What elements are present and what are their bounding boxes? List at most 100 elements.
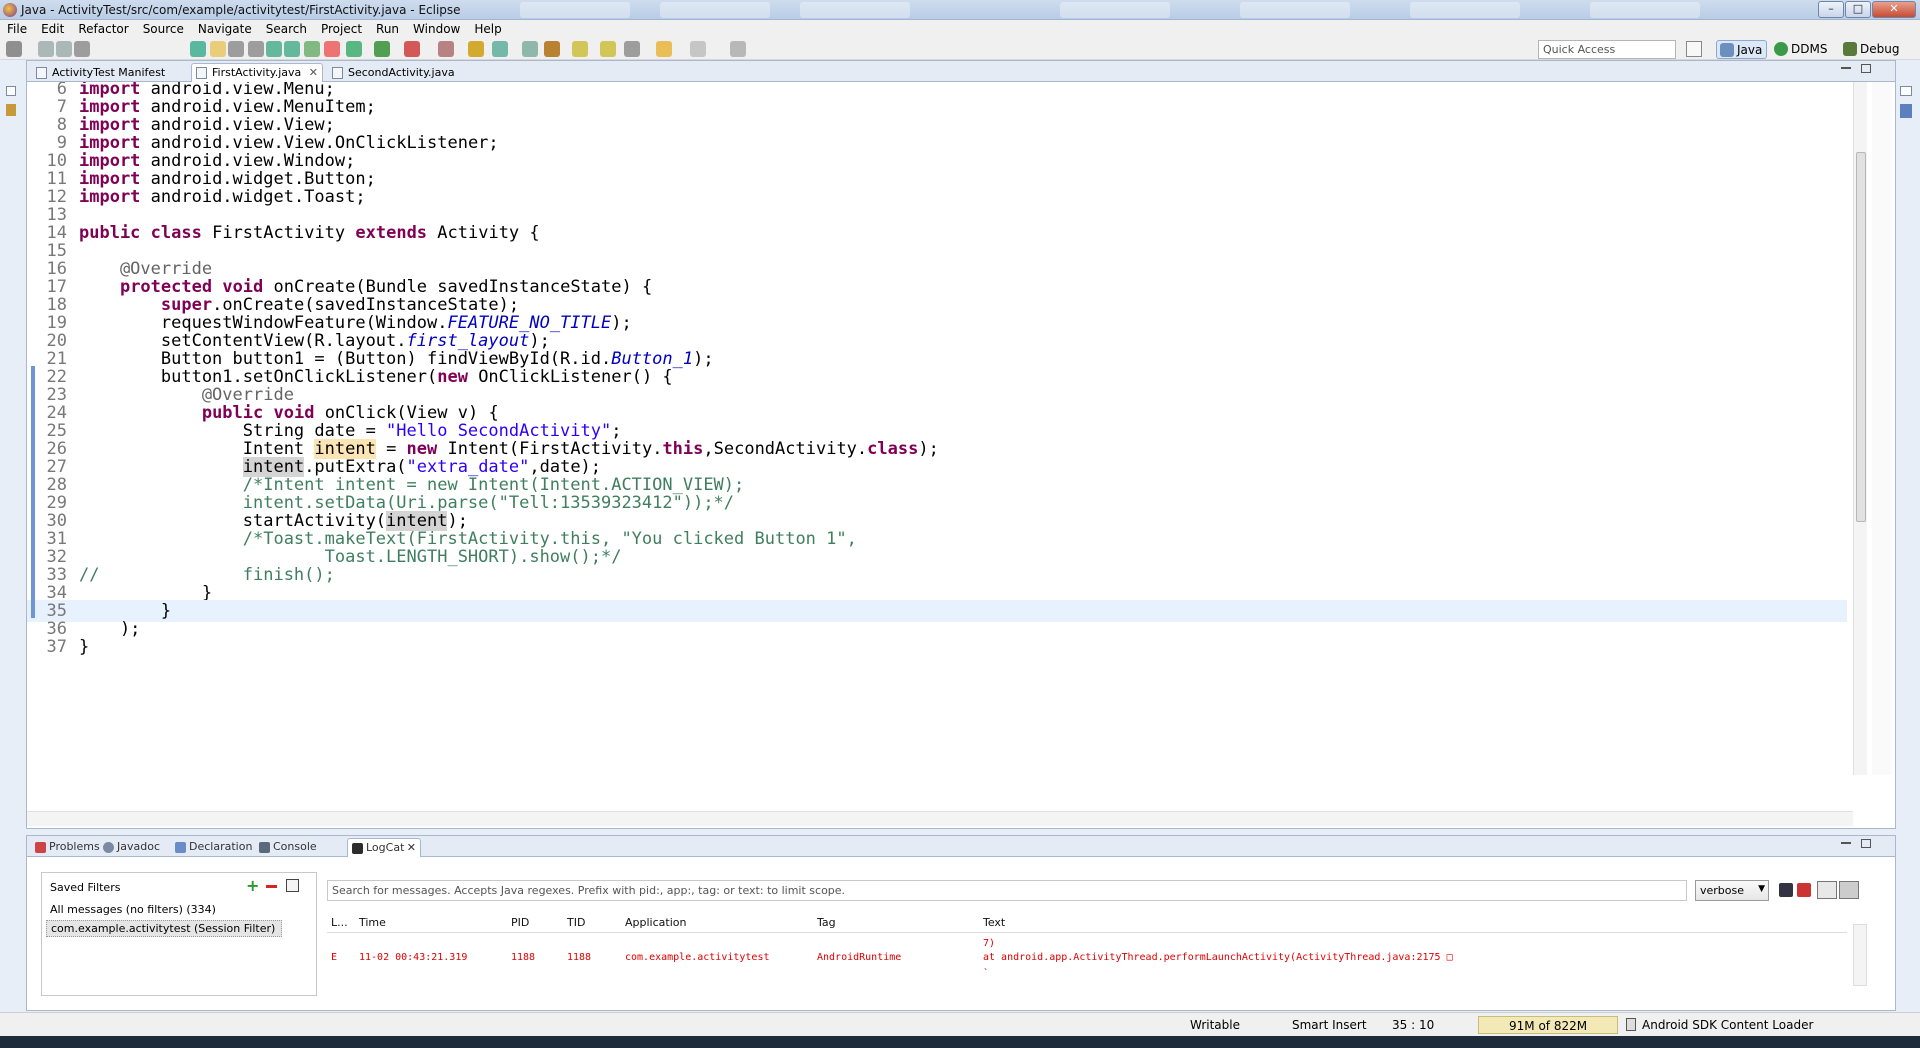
quick-access-input[interactable]: Quick Access: [1538, 40, 1676, 59]
block-selection-icon[interactable]: [228, 41, 244, 57]
show-whitespace-icon[interactable]: [248, 41, 264, 57]
perspective-debug[interactable]: Debug: [1840, 40, 1903, 59]
toggle-highlight-icon[interactable]: [210, 41, 226, 57]
menu-project[interactable]: Project: [314, 20, 369, 38]
scroll-thumb[interactable]: [1856, 152, 1866, 522]
new-icon[interactable]: [6, 41, 22, 57]
overview-ruler[interactable]: [1872, 82, 1892, 775]
log-row-level[interactable]: E: [331, 952, 337, 963]
editor-horizontal-scrollbar[interactable]: [27, 811, 1853, 826]
save-all-icon[interactable]: [56, 41, 72, 57]
menu-file[interactable]: File: [0, 20, 34, 38]
logcat-search-input[interactable]: Search for messages. Accepts Java regexe…: [327, 880, 1687, 901]
toggle-columns-icon[interactable]: [1817, 881, 1837, 899]
log-scrollbar[interactable]: [1853, 924, 1867, 986]
heap-status[interactable]: 91M of 822M: [1478, 1016, 1618, 1034]
close-tab-icon[interactable]: ✕: [407, 839, 416, 857]
maximize-panel-icon[interactable]: [1861, 839, 1871, 848]
restore-view-icon[interactable]: [6, 86, 16, 96]
column-level[interactable]: L...: [331, 916, 348, 929]
background-window-tab[interactable]: [1590, 2, 1700, 18]
perspective-java[interactable]: Java: [1716, 40, 1768, 59]
debug-run-icon[interactable]: [346, 41, 362, 57]
column-time[interactable]: Time: [359, 916, 386, 929]
minimize-panel-icon[interactable]: [1841, 842, 1851, 844]
background-window-tab[interactable]: [1410, 2, 1520, 18]
filter-session[interactable]: com.example.activitytest (Session Filter…: [46, 920, 282, 937]
restore-right-view-icon[interactable]: [1900, 86, 1912, 96]
tab-console[interactable]: Console: [255, 838, 317, 857]
background-window-tab[interactable]: [800, 2, 910, 18]
new-package-icon[interactable]: [468, 41, 484, 57]
code-line[interactable]: 37}: [27, 636, 1847, 658]
next-annotation-icon[interactable]: [572, 41, 588, 57]
open-perspective-icon[interactable]: [1686, 41, 1702, 57]
log-row-pid[interactable]: 1188: [511, 952, 535, 963]
pin-editor-icon[interactable]: [730, 41, 746, 57]
save-log-icon[interactable]: [1779, 883, 1793, 897]
tab-javadoc[interactable]: Javadoc: [99, 838, 160, 857]
forward-icon[interactable]: [690, 41, 706, 57]
background-window-tab[interactable]: [660, 2, 770, 18]
open-type-icon[interactable]: [522, 41, 538, 57]
background-window-tab[interactable]: [1060, 2, 1170, 18]
tab-declaration[interactable]: Declaration: [171, 838, 252, 857]
search-icon[interactable]: [544, 41, 560, 57]
log-row-time[interactable]: 11-02 00:43:21.319: [359, 952, 467, 963]
background-window-tab[interactable]: [520, 2, 630, 18]
print-icon[interactable]: [74, 41, 90, 57]
menu-search[interactable]: Search: [259, 20, 314, 38]
column-tid[interactable]: TID: [567, 916, 585, 929]
garbage-collect-icon[interactable]: [1626, 1018, 1636, 1031]
perspective-ddms[interactable]: DDMS: [1771, 40, 1831, 59]
column-text[interactable]: Text: [983, 916, 1005, 929]
new-class-icon[interactable]: [492, 41, 508, 57]
toggle-mark-icon[interactable]: [190, 41, 206, 57]
log-row-tag[interactable]: AndroidRuntime: [817, 952, 901, 963]
back-icon[interactable]: [656, 41, 672, 57]
clear-log-icon[interactable]: [1797, 883, 1811, 897]
run-icon[interactable]: [374, 41, 390, 57]
menu-edit[interactable]: Edit: [34, 20, 71, 38]
close-tab-icon[interactable]: ✕: [309, 64, 318, 82]
android-sdk-manager-icon[interactable]: [284, 41, 300, 57]
tab-firstactivity-java[interactable]: FirstActivity.java ✕: [191, 63, 323, 82]
new-java-project-icon[interactable]: [438, 41, 454, 57]
remove-filter-icon[interactable]: [266, 885, 277, 888]
column-pid[interactable]: PID: [511, 916, 529, 929]
external-tools-icon[interactable]: [404, 41, 420, 57]
maximize-button[interactable]: □: [1845, 1, 1871, 18]
filter-all-messages[interactable]: All messages (no filters) (334): [50, 903, 216, 916]
last-edit-icon[interactable]: [624, 41, 640, 57]
edit-filter-icon[interactable]: [286, 879, 299, 892]
package-explorer-icon[interactable]: [6, 104, 16, 116]
tab-problems[interactable]: Problems: [31, 838, 100, 857]
menu-run[interactable]: Run: [369, 20, 406, 38]
scroll-lock-icon[interactable]: [1839, 881, 1859, 899]
menu-help[interactable]: Help: [467, 20, 508, 38]
minimize-editor-icon[interactable]: [1841, 67, 1851, 69]
log-row-text[interactable]: `: [983, 968, 989, 979]
column-application[interactable]: Application: [625, 916, 686, 929]
new-android-project-icon[interactable]: [266, 41, 282, 57]
log-row-text[interactable]: at android.app.ActivityThread.performLau…: [983, 952, 1453, 963]
minimize-button[interactable]: –: [1818, 1, 1844, 18]
prev-annotation-icon[interactable]: [600, 41, 616, 57]
menu-navigate[interactable]: Navigate: [191, 20, 259, 38]
maximize-editor-icon[interactable]: [1861, 64, 1871, 73]
add-filter-icon[interactable]: +: [246, 878, 259, 894]
save-icon[interactable]: [38, 41, 54, 57]
outline-view-icon[interactable]: [1900, 104, 1912, 118]
log-row-text[interactable]: 7): [983, 938, 995, 949]
android-avd-manager-icon[interactable]: [304, 41, 320, 57]
code-editor[interactable]: 6 import android.view.Menu; 7 import androi…: [27, 82, 1847, 775]
editor-vertical-scrollbar[interactable]: [1853, 82, 1867, 775]
menu-source[interactable]: Source: [136, 20, 191, 38]
column-tag[interactable]: Tag: [817, 916, 836, 929]
lint-icon[interactable]: [324, 41, 340, 57]
close-window-button[interactable]: ✕: [1872, 1, 1916, 18]
tab-secondactivity-java[interactable]: SecondActivity.java: [327, 63, 467, 82]
menu-window[interactable]: Window: [406, 20, 467, 38]
log-row-application[interactable]: com.example.activitytest: [625, 952, 770, 963]
log-level-select[interactable]: verbose ▼: [1695, 880, 1769, 901]
